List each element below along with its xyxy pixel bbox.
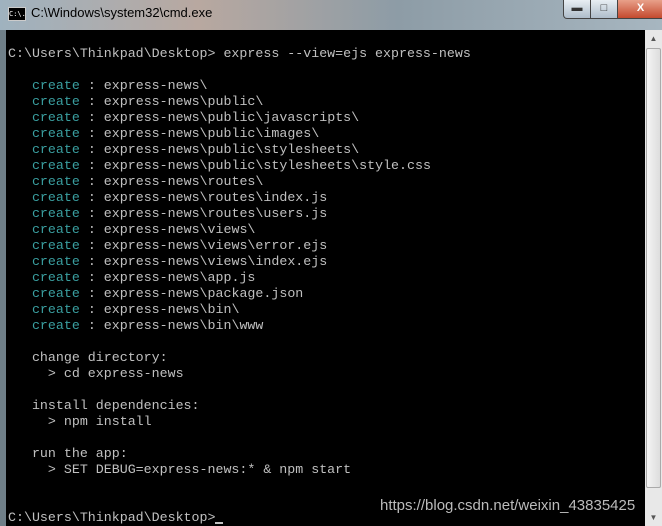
created-path: express-news\public\javascripts\ bbox=[103, 110, 360, 125]
run-command: > SET DEBUG=express-news:* & npm start bbox=[8, 462, 352, 477]
window-title: C:\Windows\system32\cmd.exe bbox=[31, 5, 213, 20]
created-path: express-news\routes\users.js bbox=[103, 206, 328, 221]
create-label: create bbox=[31, 126, 80, 141]
created-path: express-news\public\ bbox=[103, 94, 264, 109]
created-path: express-news\bin\ bbox=[103, 302, 240, 317]
create-label: create bbox=[31, 270, 80, 285]
create-label: create bbox=[31, 286, 80, 301]
create-label: create bbox=[31, 78, 80, 93]
run-label: run the app: bbox=[8, 446, 128, 461]
maximize-button[interactable]: □ bbox=[590, 0, 618, 19]
create-line: create : express-news\ bbox=[31, 78, 208, 93]
watermark: https://blog.csdn.net/weixin_43835425 bbox=[380, 497, 636, 514]
install-command: > npm install bbox=[8, 414, 152, 429]
create-label: create bbox=[31, 222, 80, 237]
create-line: create : express-news\views\ bbox=[31, 222, 256, 237]
created-path: express-news\views\index.ejs bbox=[103, 254, 328, 269]
created-path: express-news\routes\ bbox=[103, 174, 264, 189]
command-line: C:\Users\Thinkpad\Desktop> express --vie… bbox=[8, 46, 471, 61]
change-directory-command: > cd express-news bbox=[8, 366, 184, 381]
created-path: express-news\views\error.ejs bbox=[103, 238, 328, 253]
created-path: express-news\public\stylesheets\ bbox=[103, 142, 360, 157]
create-label: create bbox=[31, 302, 80, 317]
change-directory-label: change directory: bbox=[8, 350, 168, 365]
scrollbar-thumb[interactable] bbox=[646, 48, 661, 488]
create-label: create bbox=[31, 206, 80, 221]
create-label: create bbox=[31, 158, 80, 173]
created-path: express-news\public\images\ bbox=[103, 126, 320, 141]
create-line: create : express-news\app.js bbox=[31, 270, 256, 285]
scrollbar[interactable]: ▲ ▼ bbox=[645, 30, 662, 526]
create-label: create bbox=[31, 190, 80, 205]
minimize-button[interactable]: ▬ bbox=[563, 0, 591, 19]
create-line: create : express-news\public\javascripts… bbox=[31, 110, 360, 125]
created-path: express-news\public\stylesheets\style.cs… bbox=[103, 158, 431, 173]
install-label: install dependencies: bbox=[8, 398, 200, 413]
close-button[interactable]: X bbox=[617, 0, 662, 19]
create-line: create : express-news\public\ bbox=[31, 94, 264, 109]
create-line: create : express-news\bin\www bbox=[31, 318, 264, 333]
create-line: create : express-news\public\stylesheets… bbox=[31, 142, 360, 157]
scroll-up-arrow-icon[interactable]: ▲ bbox=[645, 30, 662, 47]
create-label: create bbox=[31, 94, 80, 109]
create-line: create : express-news\routes\index.js bbox=[31, 190, 328, 205]
create-line: create : express-news\routes\ bbox=[31, 174, 264, 189]
create-line: create : express-news\bin\ bbox=[31, 302, 240, 317]
cmd-icon[interactable]: C:\. bbox=[8, 7, 26, 21]
final-prompt: C:\Users\Thinkpad\Desktop> bbox=[8, 510, 216, 525]
title-bar: C:\. C:\Windows\system32\cmd.exe ▬ □ X bbox=[0, 0, 662, 30]
create-label: create bbox=[31, 254, 80, 269]
created-path: express-news\package.json bbox=[103, 286, 304, 301]
created-path: express-news\routes\index.js bbox=[103, 190, 328, 205]
created-path: express-news\app.js bbox=[103, 270, 256, 285]
create-line: create : express-news\views\error.ejs bbox=[31, 238, 328, 253]
create-label: create bbox=[31, 110, 80, 125]
console-output[interactable]: C:\Users\Thinkpad\Desktop> express --vie… bbox=[6, 30, 645, 526]
create-line: create : express-news\package.json bbox=[31, 286, 304, 301]
create-label: create bbox=[31, 174, 80, 189]
create-label: create bbox=[31, 238, 80, 253]
scroll-down-arrow-icon[interactable]: ▼ bbox=[645, 509, 662, 526]
create-label: create bbox=[31, 318, 80, 333]
created-path: express-news\bin\www bbox=[103, 318, 264, 333]
create-line: create : express-news\public\images\ bbox=[31, 126, 320, 141]
created-path: express-news\views\ bbox=[103, 222, 256, 237]
create-line: create : express-news\public\stylesheets… bbox=[31, 158, 431, 173]
created-path: express-news\ bbox=[103, 78, 208, 93]
create-line: create : express-news\views\index.ejs bbox=[31, 254, 328, 269]
create-label: create bbox=[31, 142, 80, 157]
create-line: create : express-news\routes\users.js bbox=[31, 206, 328, 221]
final-prompt-line: C:\Users\Thinkpad\Desktop> bbox=[8, 510, 224, 526]
text-cursor bbox=[215, 522, 224, 524]
